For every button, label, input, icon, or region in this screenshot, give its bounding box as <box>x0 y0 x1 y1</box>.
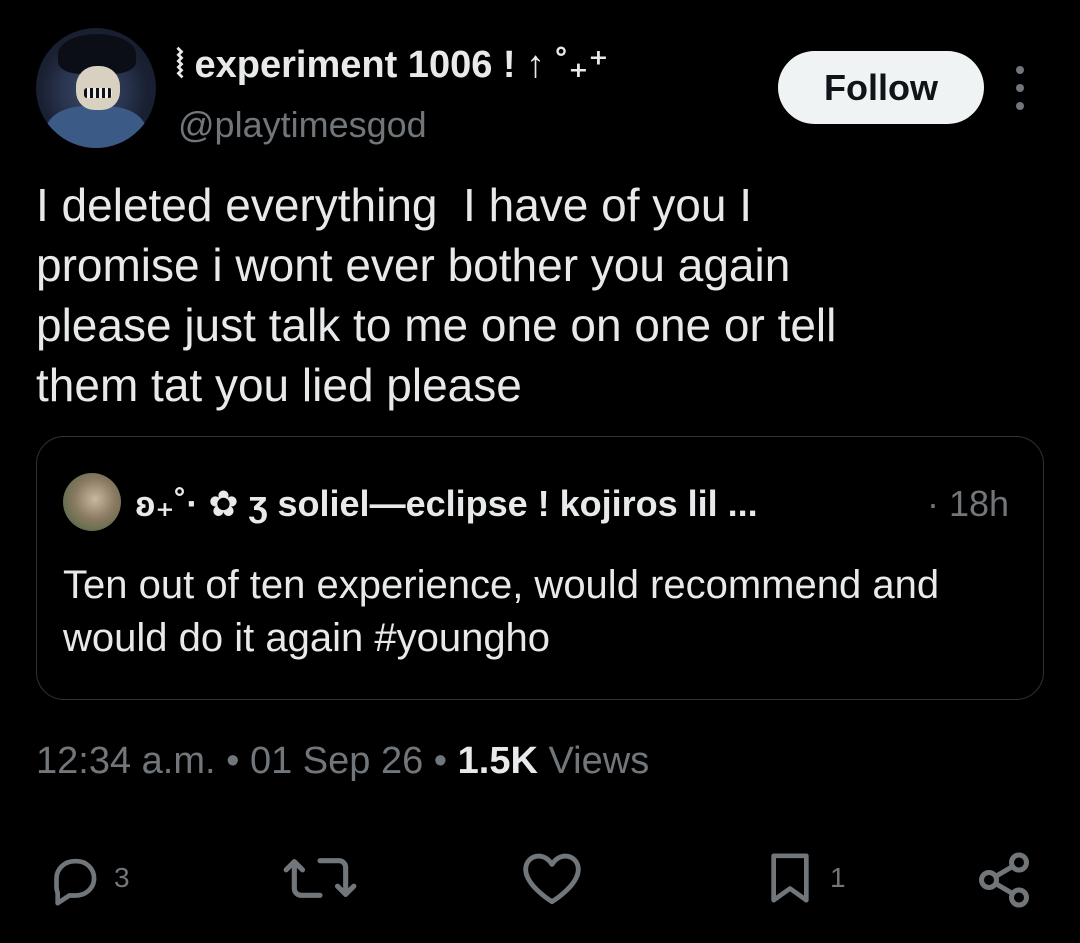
follow-button[interactable]: Follow <box>778 51 984 124</box>
more-dot <box>1016 66 1024 74</box>
retweet-icon <box>283 858 357 898</box>
tweet-metadata: 12:34 a.m. • 01 Sep 26 • 1.5K Views <box>36 740 649 783</box>
tweet-time[interactable]: 12:34 a.m. <box>36 740 216 782</box>
meta-separator: • <box>215 740 250 782</box>
quoted-tweet-card[interactable]: ʚ₊˚· ✿ ʒ soliel—eclipse ! kojiros lil ..… <box>36 436 1044 700</box>
more-options-icon[interactable] <box>1008 66 1032 110</box>
avatar-coat <box>46 106 146 148</box>
retweet-button[interactable] <box>280 850 360 906</box>
bookmark-count: 1 <box>830 862 846 893</box>
reply-icon <box>54 858 97 906</box>
views-label: Views <box>537 740 650 782</box>
author-handle[interactable]: @playtimesgod <box>178 104 427 146</box>
reply-button[interactable]: 3 <box>46 850 130 906</box>
bookmark-button[interactable]: 1 <box>762 850 846 906</box>
more-dot <box>1016 102 1024 110</box>
author-display-name[interactable]: ⦚ experiment 1006 ! ↑ ˚₊⁺ <box>176 42 608 87</box>
author-avatar[interactable] <box>36 28 156 148</box>
quoted-tweet-time: · 18h <box>927 483 1010 524</box>
heart-icon <box>523 853 581 905</box>
avatar-grin <box>84 88 112 98</box>
quoted-author-avatar <box>63 473 121 531</box>
share-icon <box>979 852 1029 908</box>
bookmark-icon <box>771 853 809 903</box>
views-count: 1.5K <box>457 740 538 782</box>
share-button[interactable] <box>974 850 1034 910</box>
meta-separator: • <box>423 740 458 782</box>
like-button[interactable] <box>520 850 584 906</box>
tweet-detail-view: ⦚ experiment 1006 ! ↑ ˚₊⁺ @playtimesgod … <box>0 0 1080 943</box>
more-dot <box>1016 84 1024 92</box>
tweet-date[interactable]: 01 Sep 26 <box>250 740 423 782</box>
tweet-text: I deleted everything I have of you I pro… <box>36 179 837 411</box>
quoted-author-name: ʚ₊˚· ✿ ʒ soliel—eclipse ! kojiros lil ..… <box>135 483 758 524</box>
reply-count: 3 <box>114 862 130 893</box>
quoted-tweet-text: Ten out of ten experience, would recomme… <box>63 563 940 660</box>
